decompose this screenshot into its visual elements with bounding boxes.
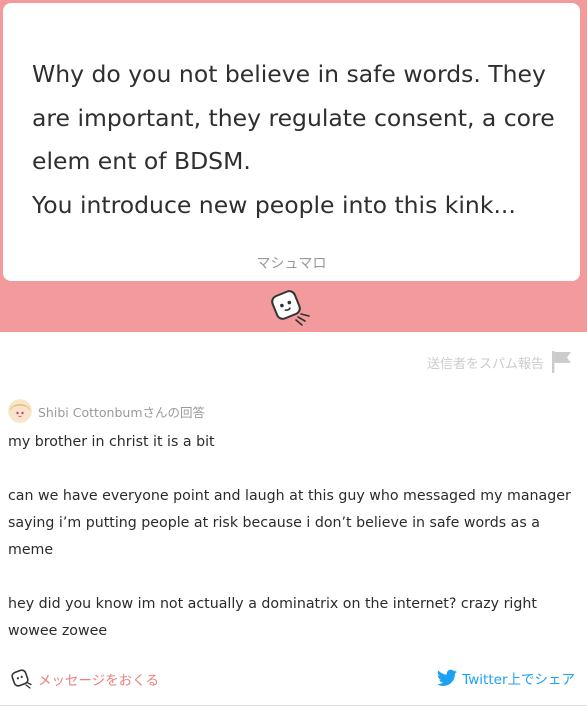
answerer-label: Shibi Cottonbumさんの回答: [38, 404, 205, 420]
answer-paragraph: my brother in christ it is a bit: [8, 434, 215, 450]
divider: [0, 705, 587, 706]
answer-footer: メッセージをおくる Twitter上でシェア: [0, 666, 587, 694]
twitter-icon: [437, 669, 458, 686]
answer-body: my brother in christ it is a bit can we …: [8, 429, 580, 645]
twitter-share-label: Twitter上でシェア: [462, 672, 575, 688]
marshmallow-mascot-icon: [271, 290, 310, 326]
question-text: Why do you not believe in safe words. Th…: [32, 60, 555, 219]
answer-paragraph: hey did you know im not actually a domin…: [8, 596, 537, 639]
avatar: [8, 399, 32, 423]
site-name: マシュマロ: [256, 256, 327, 272]
answerer: Shibi Cottonbumさんの回答: [8, 399, 205, 423]
question-card: Why do you not believe in safe words. Th…: [3, 3, 580, 281]
answer-paragraph: can we have everyone point and laugh at …: [8, 488, 571, 558]
marshmallow-message-icon: [11, 669, 32, 689]
report-spam-label: 送信者をスパム報告: [426, 356, 544, 372]
twitter-share-button[interactable]: Twitter上でシェア: [437, 668, 575, 688]
question-panel: Why do you not believe in safe words. Th…: [0, 0, 587, 332]
flag-icon: [552, 351, 571, 373]
send-message-label: メッセージをおくる: [38, 673, 159, 689]
report-spam-button[interactable]: 送信者をスパム報告: [427, 350, 572, 374]
send-message-link[interactable]: メッセージをおくる: [10, 668, 159, 690]
